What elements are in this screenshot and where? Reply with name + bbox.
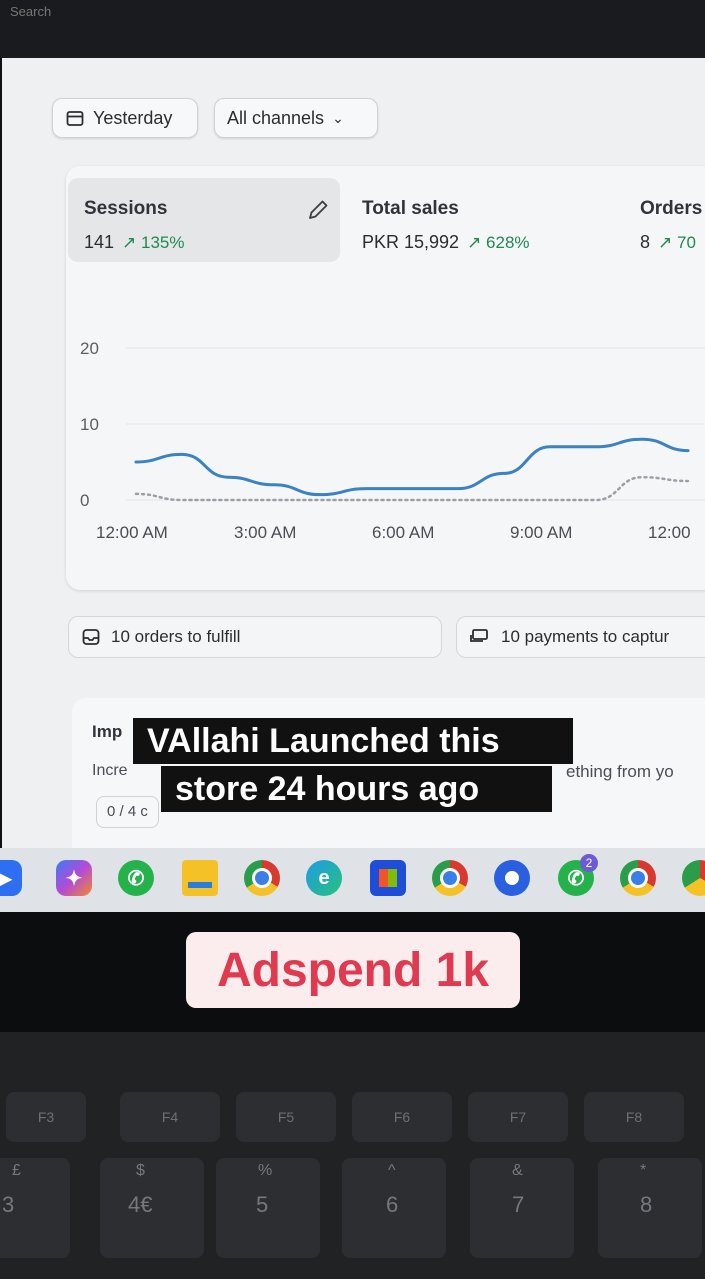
sessions-line-chart: 2010012:00 AM3:00 AM6:00 AM9:00 AM12:00D… <box>80 339 705 542</box>
key-symbol: ^ <box>388 1162 396 1179</box>
metric-value: 8 ↗ 70 <box>640 232 696 252</box>
payments-to-capture-label: 10 payments to captur <box>501 627 670 646</box>
metric-value: 141 ↗ 135% <box>84 232 185 252</box>
edit-pencil-icon[interactable] <box>306 198 330 222</box>
key-symbol: $ <box>136 1162 145 1179</box>
video-caption-line-2: store 24 hours ago <box>161 766 552 812</box>
chrome-icon[interactable] <box>494 860 530 896</box>
key-f7: F7 <box>468 1092 568 1142</box>
key-symbol: % <box>258 1162 273 1179</box>
improve-title: Imp <box>92 722 123 741</box>
analytics-card: Sessions 141 ↗ 135% Total sales PKR 15,99… <box>66 166 705 590</box>
x-tick-label: 12:00 <box>648 523 691 542</box>
channel-filter-label: All channels <box>227 107 325 128</box>
metric-change: ↗ 70 <box>658 233 696 252</box>
metric-orders[interactable]: Orders 8 ↗ 70 <box>640 178 705 262</box>
chrome-icon[interactable] <box>244 860 280 896</box>
improve-description: Incre <box>92 762 128 779</box>
window-top-bar: Search <box>0 0 705 58</box>
adspend-overlay-label: Adspend 1k <box>186 932 520 1008</box>
zoom-icon[interactable]: ▶ <box>0 860 22 896</box>
metric-label: Sessions <box>84 198 168 219</box>
metric-change: ↗ 135% <box>122 233 185 252</box>
calendar-icon <box>66 111 84 126</box>
video-caption-line-1: VAllahi Launched this <box>133 718 573 764</box>
metric-value: PKR 15,992 ↗ 628% <box>362 232 530 252</box>
key-f4: F4 <box>120 1092 220 1142</box>
date-filter-button[interactable]: Yesterday <box>52 98 198 138</box>
search-hint[interactable]: Search <box>10 4 51 19</box>
whatsapp-icon[interactable]: ✆ <box>118 860 154 896</box>
key-f5: F5 <box>236 1092 336 1142</box>
orders-to-fulfill-button[interactable]: 10 orders to fulfill <box>68 616 442 658</box>
metric-label: Orders <box>640 198 703 219</box>
key-number: 8 <box>640 1192 653 1217</box>
edge-icon[interactable]: e <box>306 860 342 896</box>
inbox-icon <box>82 629 100 645</box>
metric-sessions[interactable]: Sessions 141 ↗ 135% <box>68 178 340 262</box>
chrome-icon[interactable] <box>620 860 656 896</box>
copilot-icon[interactable]: ✦ <box>56 860 92 896</box>
file-explorer-icon[interactable] <box>182 860 218 896</box>
y-tick-label: 10 <box>80 415 99 434</box>
metric-label: Total sales <box>362 198 459 219</box>
laptop-keyboard: F3 F4 F5 F6 F7 F8 £ $ % ^ & * 3 4€ 5 6 7… <box>0 1032 705 1279</box>
key-number: 5 <box>256 1192 269 1217</box>
cash-icon <box>470 629 488 642</box>
y-tick-label: 0 <box>80 491 89 510</box>
x-tick-label: 3:00 AM <box>234 523 296 542</box>
metric-total-sales[interactable]: Total sales PKR 15,992 ↗ 628% <box>362 178 622 262</box>
notification-badge: 2 <box>580 854 598 872</box>
y-tick-label: 20 <box>80 339 99 358</box>
key-number: 6 <box>386 1192 399 1217</box>
orders-to-fulfill-label: 10 orders to fulfill <box>111 627 241 646</box>
channel-filter-button[interactable]: All channels ⌄ <box>214 98 378 138</box>
key-f3: F3 <box>6 1092 86 1142</box>
key-f6: F6 <box>352 1092 452 1142</box>
windows-taskbar: ▶ ✦ ✆ e ✆ 2 <box>0 848 705 912</box>
metric-change: ↗ 628% <box>467 233 530 252</box>
improve-description-end: ething from yo <box>566 762 674 781</box>
payments-to-capture-button[interactable]: 10 payments to captur <box>456 616 705 658</box>
key-symbol: £ <box>12 1162 21 1179</box>
key-symbol: & <box>512 1162 523 1179</box>
chrome-icon[interactable] <box>682 860 705 896</box>
key-number: 3 <box>2 1192 15 1217</box>
setup-progress-badge: 0 / 4 c <box>96 796 159 828</box>
x-tick-label: 9:00 AM <box>510 523 572 542</box>
chrome-icon[interactable] <box>432 860 468 896</box>
series-line-current <box>134 437 690 497</box>
x-tick-label: 12:00 AM <box>96 523 168 542</box>
key-f8: F8 <box>584 1092 684 1142</box>
store-icon[interactable] <box>370 860 406 896</box>
x-tick-label: 6:00 AM <box>372 523 434 542</box>
key-number: 4€ <box>128 1192 153 1217</box>
key-number: 7 <box>512 1192 525 1217</box>
date-filter-label: Yesterday <box>93 107 173 128</box>
chevron-down-icon: ⌄ <box>332 109 344 126</box>
key-symbol: * <box>640 1162 647 1179</box>
